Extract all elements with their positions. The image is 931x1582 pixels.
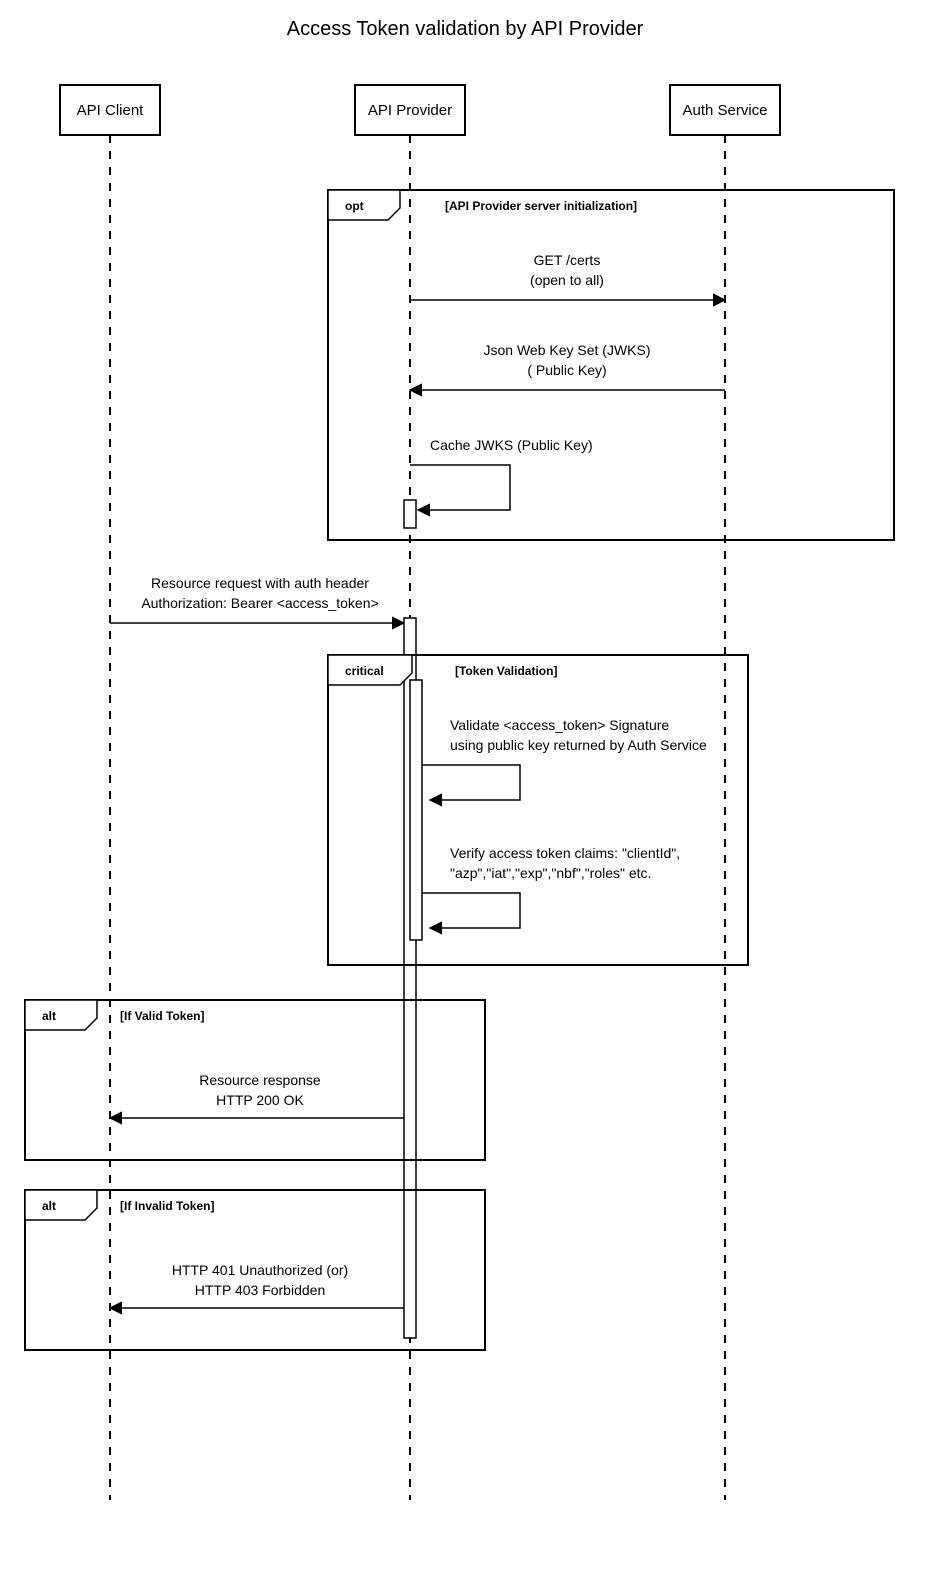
msg-req-line1: Resource request with auth header <box>151 575 369 591</box>
msg-verify-claims-line2: "azp","iat","exp","nbf","roles" etc. <box>450 865 651 881</box>
msg-200-line1: Resource response <box>199 1072 321 1088</box>
actor-api-provider: API Provider <box>355 85 465 135</box>
msg-jwks-line2: ( Public Key) <box>527 362 606 378</box>
arrow-verify-claims <box>422 893 520 928</box>
msg-req-line2: Authorization: Bearer <access_token> <box>141 595 378 611</box>
msg-get-certs-line1: GET /certs <box>534 252 601 268</box>
actor-auth-service: Auth Service <box>670 85 780 135</box>
fragment-condition: [If Invalid Token] <box>120 1199 214 1213</box>
arrow-validate-sig <box>422 765 520 800</box>
fragment-type: opt <box>345 199 364 213</box>
actor-label: Auth Service <box>682 102 767 119</box>
fragment-type: critical <box>345 664 384 678</box>
actor-label: API Provider <box>368 102 452 119</box>
msg-get-certs-line2: (open to all) <box>530 272 604 288</box>
fragment-condition: [API Provider server initialization] <box>445 199 637 213</box>
msg-jwks-line1: Json Web Key Set (JWKS) <box>483 342 650 358</box>
diagram-title: Access Token validation by API Provider <box>287 18 644 40</box>
fragment-opt: opt [API Provider server initialization] <box>328 190 894 540</box>
actor-api-client: API Client <box>60 85 160 135</box>
msg-4xx-line2: HTTP 403 Forbidden <box>195 1282 325 1298</box>
msg-validate-sig-line1: Validate <access_token> Signature <box>450 717 669 733</box>
msg-cache-jwks: Cache JWKS (Public Key) <box>430 437 593 453</box>
fragment-condition: [Token Validation] <box>455 664 557 678</box>
actor-label: API Client <box>77 102 145 119</box>
activation-cache <box>404 500 416 528</box>
msg-200-line2: HTTP 200 OK <box>216 1092 304 1108</box>
msg-validate-sig-line2: using public key returned by Auth Servic… <box>450 737 707 753</box>
activation-provider-critical <box>410 680 422 940</box>
fragment-condition: [If Valid Token] <box>120 1009 204 1023</box>
fragment-type: alt <box>42 1009 56 1023</box>
msg-verify-claims-line1: Verify access token claims: "clientId", <box>450 845 680 861</box>
arrow-cache-jwks <box>410 465 510 510</box>
sequence-diagram: Access Token validation by API Provider … <box>0 0 931 1582</box>
fragment-critical: critical [Token Validation] <box>328 655 748 965</box>
msg-4xx-line1: HTTP 401 Unauthorized (or) <box>172 1262 348 1278</box>
fragment-type: alt <box>42 1199 56 1213</box>
